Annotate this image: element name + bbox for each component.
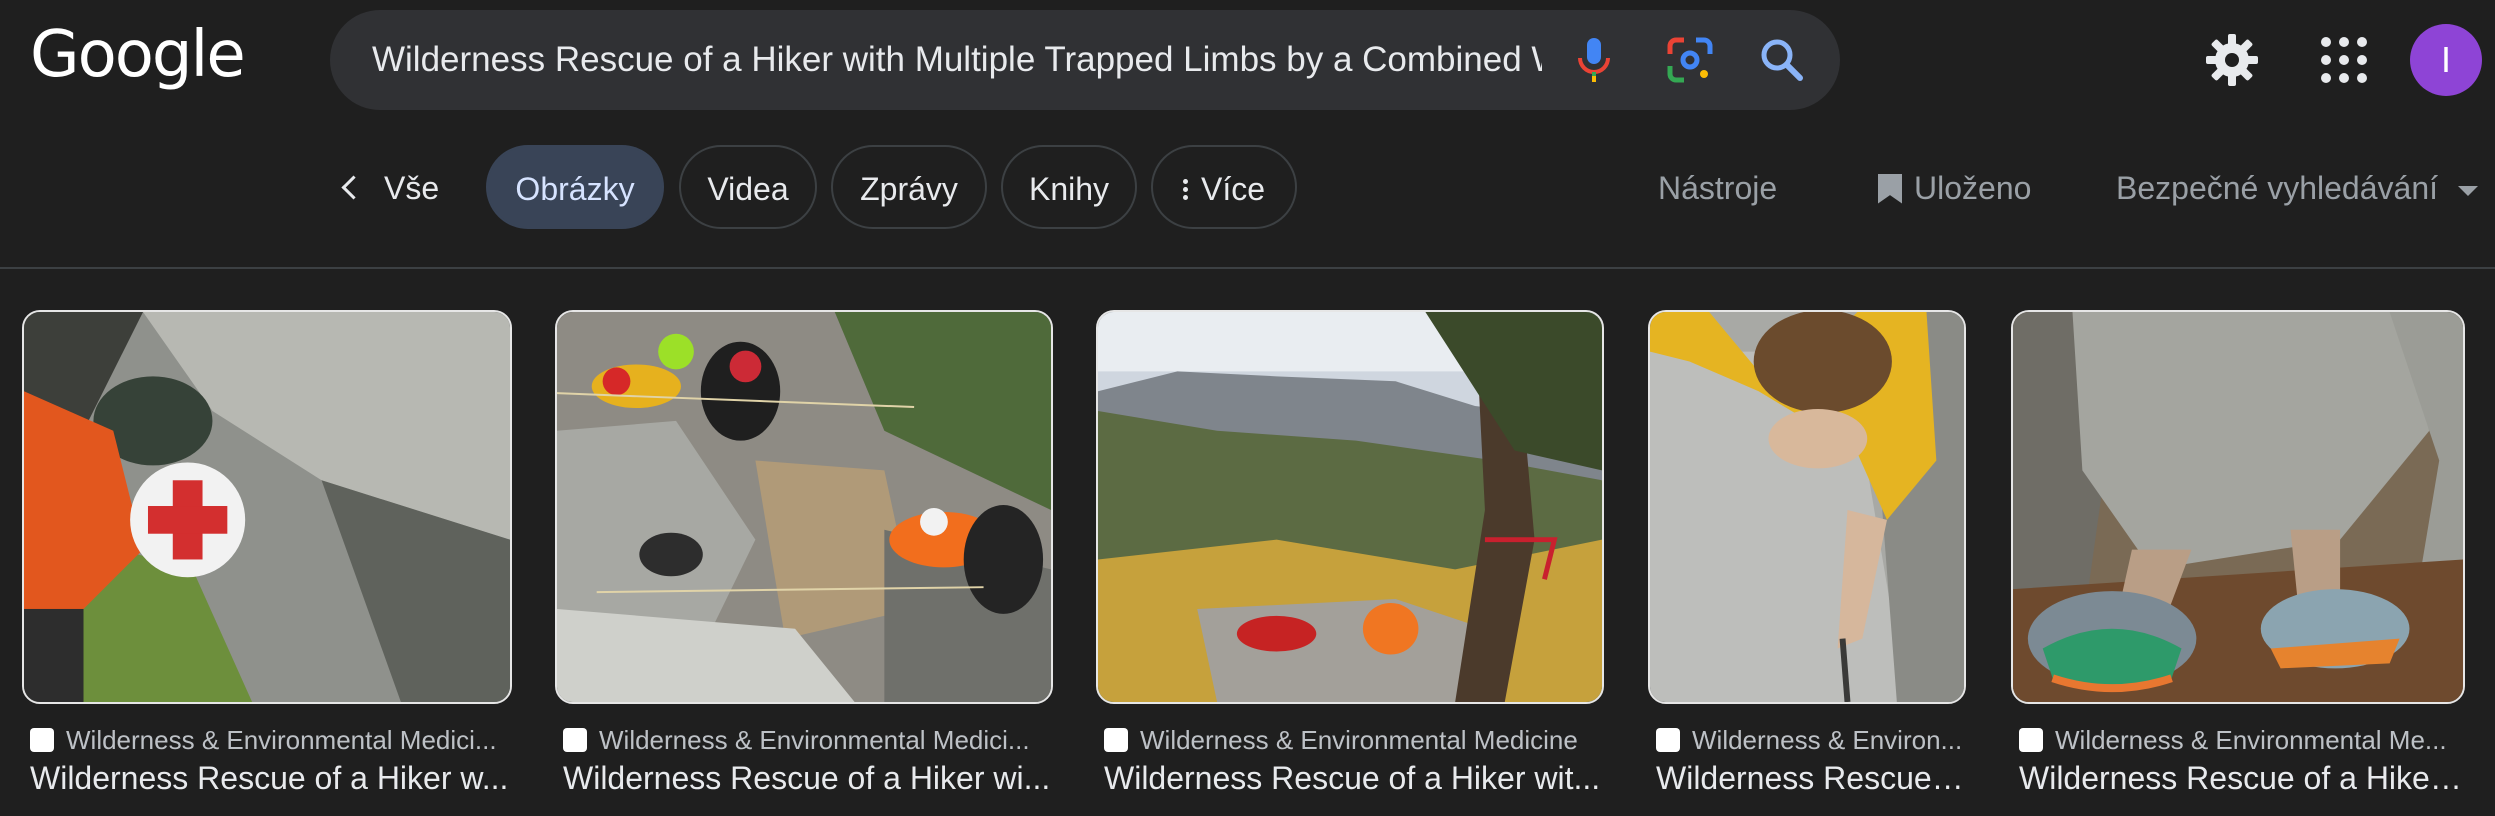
apps-grid-icon[interactable] <box>2318 34 2370 86</box>
result-title[interactable]: Wilderness Rescue of a Hiker wi... <box>563 756 1053 800</box>
account-avatar[interactable]: I <box>2410 24 2482 96</box>
microphone-icon[interactable] <box>1566 32 1622 88</box>
tab-books[interactable]: Knihy <box>1001 145 1137 229</box>
bookmark-icon <box>1878 173 1902 204</box>
result-title[interactable]: Wilderness Rescue ... <box>1656 756 1966 800</box>
result-source[interactable]: Wilderness & Environmental Me... <box>2019 720 2465 760</box>
result-source[interactable]: Wilderness & Environmental Medici... <box>563 720 1053 760</box>
chevron-left-icon <box>341 175 366 200</box>
saved-button[interactable]: Uloženo <box>1878 143 2031 233</box>
tab-images[interactable]: Obrázky <box>486 145 664 229</box>
search-box[interactable]: Wilderness Rescue of a Hiker with Multip… <box>330 10 1840 110</box>
site-favicon <box>1656 728 1680 753</box>
search-input[interactable]: Wilderness Rescue of a Hiker with Multip… <box>372 10 1542 110</box>
more-vert-icon <box>1182 176 1189 203</box>
site-favicon <box>30 728 54 753</box>
dropdown-caret-icon <box>2458 185 2478 196</box>
tab-videos[interactable]: Videa <box>679 145 817 229</box>
search-icon[interactable] <box>1754 32 1810 88</box>
result-title[interactable]: Wilderness Rescue of a Hiker wit... <box>1104 756 1604 800</box>
result-thumbnail[interactable] <box>1648 310 1966 704</box>
tab-all[interactable]: Vše <box>341 143 439 233</box>
result-source[interactable]: Wilderness & Environmental Medici... <box>30 720 512 760</box>
tab-more[interactable]: Více <box>1151 145 1297 229</box>
site-favicon <box>563 728 587 753</box>
gear-icon[interactable] <box>2202 30 2262 90</box>
header-divider <box>0 267 2495 269</box>
safesearch-dropdown[interactable]: Bezpečné vyhledávání <box>2116 143 2478 233</box>
google-logo[interactable]: Google <box>30 18 246 92</box>
result-thumbnail[interactable] <box>1096 310 1604 704</box>
result-thumbnail[interactable] <box>2011 310 2465 704</box>
tab-news[interactable]: Zprávy <box>831 145 987 229</box>
tools-button[interactable]: Nástroje <box>1658 143 1777 233</box>
google-lens-icon[interactable] <box>1662 32 1718 88</box>
site-favicon <box>1104 728 1128 753</box>
result-source[interactable]: Wilderness & Environmental Medicine <box>1104 720 1604 760</box>
site-favicon <box>2019 728 2043 753</box>
result-title[interactable]: Wilderness Rescue of a Hiker w... <box>30 756 512 800</box>
top-bar: Google Wilderness Rescue of a Hiker with… <box>0 0 2495 120</box>
result-source[interactable]: Wilderness & Environ... <box>1656 720 1966 760</box>
result-thumbnail[interactable] <box>555 310 1053 704</box>
result-thumbnail[interactable] <box>22 310 512 704</box>
search-tabs: Vše Obrázky Videa Zprávy Knihy Více Nást… <box>0 143 2495 233</box>
result-title[interactable]: Wilderness Rescue of a Hiker... <box>2019 756 2465 800</box>
